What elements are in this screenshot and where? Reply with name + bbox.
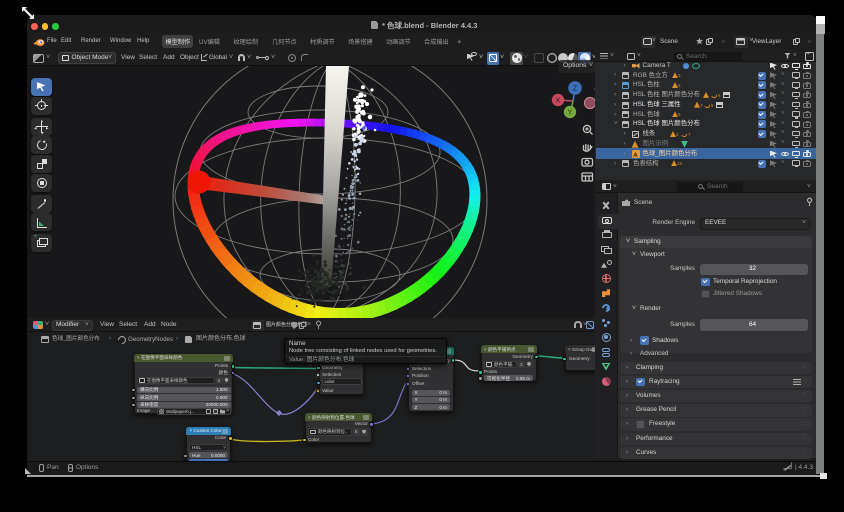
svg-text:Z: Z (573, 86, 578, 93)
svg-text:X: X (556, 98, 561, 105)
svg-text:Y: Y (568, 110, 573, 117)
